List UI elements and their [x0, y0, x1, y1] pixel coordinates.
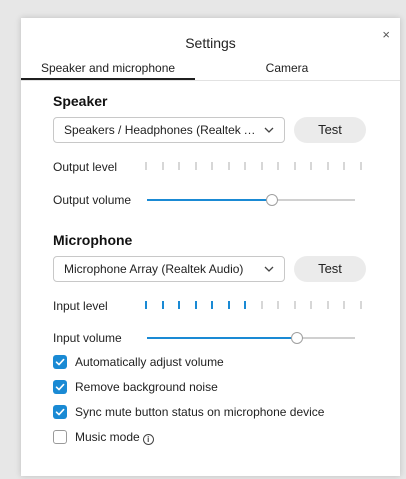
music-mode-text: Music mode	[75, 430, 140, 444]
output-volume-slider[interactable]	[147, 194, 355, 206]
microphone-device-value: Microphone Array (Realtek Audio)	[64, 262, 244, 276]
speaker-test-button[interactable]: Test	[294, 117, 366, 143]
level-segment	[228, 162, 230, 170]
level-segment	[145, 162, 147, 170]
microphone-heading: Microphone	[53, 232, 133, 248]
slider-thumb[interactable]	[265, 194, 278, 206]
tab-camera[interactable]: Camera	[217, 60, 357, 80]
level-segment	[343, 301, 345, 309]
level-segment	[360, 162, 362, 170]
level-segment	[162, 301, 164, 309]
tab-speaker-and-microphone[interactable]: Speaker and microphone	[21, 60, 195, 80]
level-segment	[228, 301, 230, 309]
chevron-down-icon	[264, 257, 274, 281]
checkbox-box[interactable]	[53, 380, 67, 394]
info-icon[interactable]: i	[142, 434, 154, 445]
microphone-test-button[interactable]: Test	[294, 256, 366, 282]
speaker-device-select[interactable]: Speakers / Headphones (Realtek Audio)	[53, 117, 285, 143]
output-level-meter	[145, 162, 362, 170]
level-segment	[178, 301, 180, 309]
checkbox-box[interactable]	[53, 355, 67, 369]
input-volume-slider[interactable]	[147, 332, 355, 344]
level-segment	[244, 301, 246, 309]
active-tab-indicator	[21, 78, 195, 80]
check-icon	[55, 358, 65, 366]
settings-dialog: Settings × Speaker and microphone Camera…	[21, 18, 400, 476]
checkbox-label: Automatically adjust volume	[75, 355, 224, 369]
level-segment	[294, 301, 296, 309]
input-level-meter	[145, 301, 362, 309]
level-segment	[162, 162, 164, 170]
slider-thumb[interactable]	[290, 332, 303, 344]
input-level-label: Input level	[53, 299, 108, 313]
level-segment	[211, 162, 213, 170]
dialog-title: Settings	[185, 35, 236, 51]
level-segment	[277, 162, 279, 170]
checkbox-label: Remove background noise	[75, 380, 218, 394]
slider-fill	[147, 337, 297, 339]
checkbox-box[interactable]	[53, 405, 67, 419]
output-volume-label: Output volume	[53, 193, 132, 207]
level-segment	[195, 301, 197, 309]
chevron-down-icon	[264, 118, 274, 142]
check-icon	[55, 383, 65, 391]
tab-divider	[21, 80, 400, 81]
level-segment	[310, 162, 312, 170]
speaker-heading: Speaker	[53, 93, 108, 109]
level-segment	[310, 301, 312, 309]
level-segment	[195, 162, 197, 170]
level-segment	[360, 301, 362, 309]
tab-bar: Speaker and microphone Camera	[21, 60, 400, 82]
close-icon[interactable]: ×	[382, 28, 390, 41]
level-segment	[261, 301, 263, 309]
level-segment	[327, 301, 329, 309]
level-segment	[327, 162, 329, 170]
level-segment	[277, 301, 279, 309]
checkbox-label: Music mode i	[75, 430, 154, 445]
slider-fill	[147, 199, 272, 201]
speaker-device-value: Speakers / Headphones (Realtek Audio)	[64, 123, 260, 137]
level-segment	[145, 301, 147, 309]
level-segment	[343, 162, 345, 170]
output-level-label: Output level	[53, 160, 118, 174]
level-segment	[211, 301, 213, 309]
input-volume-label: Input volume	[53, 331, 122, 345]
microphone-device-select[interactable]: Microphone Array (Realtek Audio)	[53, 256, 285, 282]
level-segment	[294, 162, 296, 170]
level-segment	[261, 162, 263, 170]
checkbox-box[interactable]	[53, 430, 67, 444]
checkbox-label: Sync mute button status on microphone de…	[75, 405, 325, 419]
level-segment	[244, 162, 246, 170]
level-segment	[178, 162, 180, 170]
check-icon	[55, 408, 65, 416]
